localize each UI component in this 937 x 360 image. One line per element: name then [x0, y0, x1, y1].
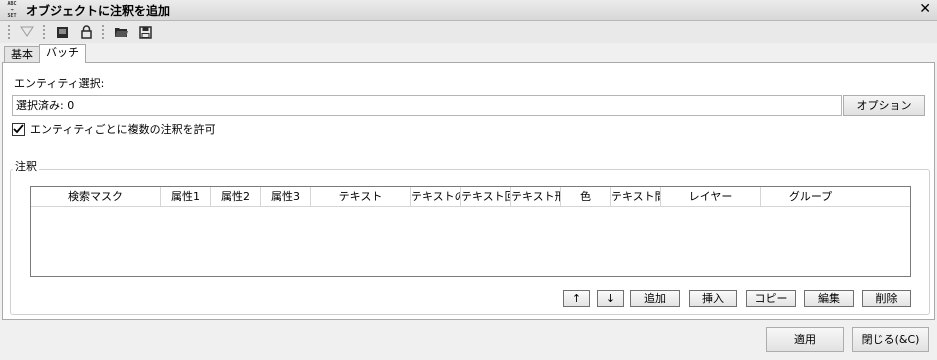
entity-selection-label: エンティティ選択: — [14, 77, 105, 90]
batch-panel: エンティティ選択: 選択済み: 0 オプション エンティティごとに複数の注釈を許… — [2, 62, 935, 320]
column-header[interactable]: 検索マスク — [31, 187, 161, 207]
toolbar-separator — [102, 25, 105, 39]
filter-icon[interactable] — [17, 23, 37, 41]
tab-batch[interactable]: バッチ — [39, 44, 86, 63]
close-icon[interactable]: ✕ — [919, 1, 931, 17]
toolbar-grip[interactable] — [8, 25, 11, 39]
column-header[interactable]: テキスト回転 — [461, 187, 511, 207]
toolbar-separator — [43, 25, 46, 39]
edit-button[interactable]: 編集 — [804, 290, 854, 307]
insert-button[interactable]: 挿入 — [689, 290, 737, 307]
lock-icon[interactable] — [76, 23, 96, 41]
column-header[interactable]: テキスト間隔 — [611, 187, 661, 207]
add-button[interactable]: 追加 — [630, 290, 680, 307]
window-title: オブジェクトに注釈を追加 — [26, 3, 171, 18]
selection-count-field[interactable]: 選択済み: 0 — [12, 95, 842, 116]
copy-button[interactable]: コピー — [746, 290, 796, 307]
toolbar — [0, 21, 937, 43]
allow-multiple-row[interactable]: エンティティごとに複数の注釈を許可 — [12, 121, 216, 137]
annotations-grid[interactable]: 検索マスク 属性1 属性2 属性3 テキスト テキストの高 テキスト回転 テキス… — [30, 186, 911, 277]
allow-multiple-label: エンティティごとに複数の注釈を許可 — [30, 123, 216, 136]
close-button[interactable]: 閉じる(&C) — [852, 327, 929, 352]
delete-button[interactable]: 削除 — [862, 290, 911, 307]
move-down-button[interactable]: ↓ — [597, 290, 624, 307]
tab-strip: 基本 バッチ — [4, 44, 86, 63]
column-header[interactable]: 属性2 — [211, 187, 261, 207]
annotations-legend: 注釈 — [13, 158, 39, 174]
preview-icon[interactable] — [52, 23, 72, 41]
column-header[interactable]: 属性3 — [261, 187, 311, 207]
column-header[interactable]: 色 — [561, 187, 611, 207]
app-icon: ABC → SET — [7, 1, 17, 19]
move-up-button[interactable]: ↑ — [563, 290, 590, 307]
save-icon[interactable] — [135, 23, 155, 41]
column-header[interactable]: テキスト — [311, 187, 411, 207]
column-header[interactable]: グループ — [761, 187, 860, 207]
tab-basic[interactable]: 基本 — [4, 46, 40, 63]
allow-multiple-checkbox[interactable] — [12, 122, 25, 136]
column-header[interactable]: レイヤー — [661, 187, 761, 207]
options-button[interactable]: オプション — [843, 95, 925, 116]
column-header[interactable]: 属性1 — [161, 187, 211, 207]
title-bar: ABC → SET オブジェクトに注釈を追加 ✕ — [0, 0, 937, 21]
grid-header: 検索マスク 属性1 属性2 属性3 テキスト テキストの高 テキスト回転 テキス… — [31, 187, 910, 207]
open-folder-icon[interactable] — [111, 23, 131, 41]
apply-button[interactable]: 適用 — [766, 327, 844, 352]
column-header[interactable]: テキスト形式 — [511, 187, 561, 207]
column-header[interactable]: テキストの高 — [411, 187, 461, 207]
